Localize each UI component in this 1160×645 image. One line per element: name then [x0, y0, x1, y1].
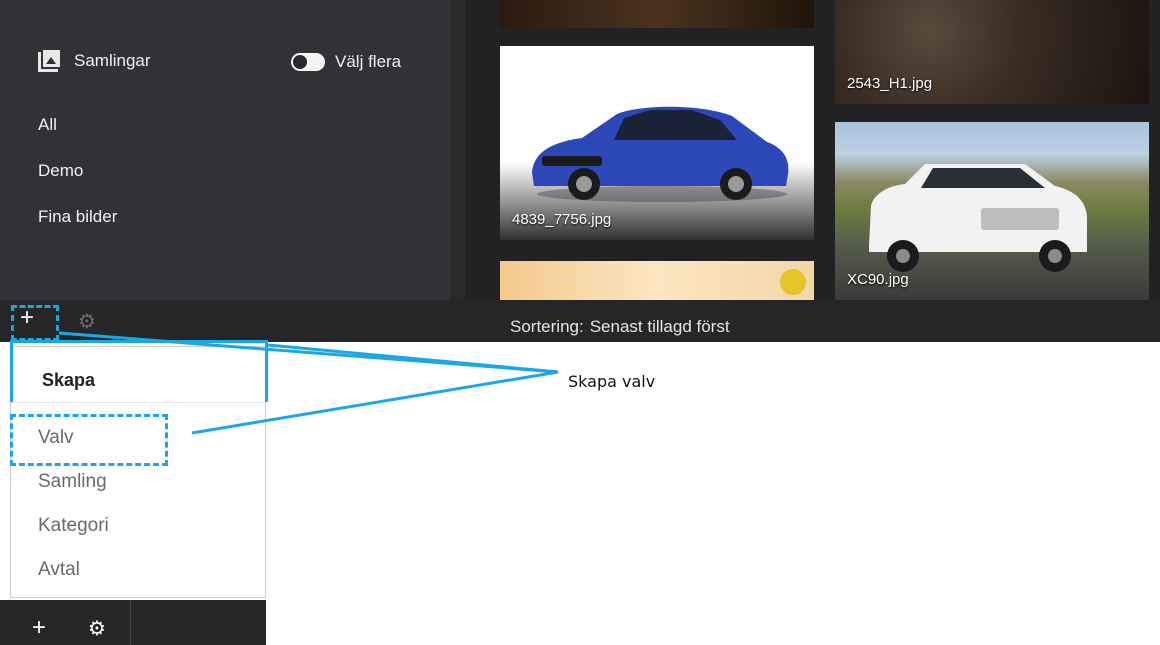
image-thumbnail[interactable]: [500, 0, 814, 28]
blue-car-image: [532, 106, 789, 202]
collection-item-fina-bilder[interactable]: Fina bilder: [38, 204, 117, 250]
collections-sidebar: Samlingar Välj flera All Demo Fina bilde…: [0, 0, 450, 300]
callout-label: Skapa valv: [568, 372, 656, 391]
plus-icon[interactable]: +: [24, 616, 54, 640]
collections-header: Samlingar: [38, 50, 151, 72]
collections-list: All Demo Fina bilder: [38, 112, 117, 250]
image-filename: XC90.jpg: [847, 271, 909, 288]
collection-item-all[interactable]: All: [38, 112, 117, 158]
toolbar-divider: [130, 600, 131, 645]
select-many-label: Välj flera: [335, 52, 402, 71]
gear-icon[interactable]: ⚙: [78, 312, 98, 332]
menu-item-kategori[interactable]: Kategori: [38, 513, 109, 557]
white-suv-image: [869, 164, 1087, 272]
sort-value: Senast tillagd först: [589, 317, 730, 336]
sort-label: Sortering:: [510, 317, 584, 336]
menu-item-samling[interactable]: Samling: [38, 469, 109, 513]
photo-library-icon: [38, 50, 60, 72]
highlight-valv-item: [10, 414, 168, 466]
menu-item-avtal[interactable]: Avtal: [38, 557, 109, 601]
image-filename: 4839_7756.jpg: [512, 211, 612, 228]
image-thumbnail[interactable]: 2543_H1.jpg: [835, 0, 1149, 104]
image-thumbnail[interactable]: XC90.jpg: [835, 122, 1149, 300]
highlight-create-menu: [10, 340, 268, 402]
sort-indicator[interactable]: Sortering: Senast tillagd först: [510, 317, 730, 337]
collection-item-demo[interactable]: Demo: [38, 158, 117, 204]
toggle-switch-icon[interactable]: [291, 53, 325, 71]
gear-icon[interactable]: ⚙: [88, 618, 110, 640]
image-thumbnail[interactable]: [500, 261, 814, 300]
image-thumbnail[interactable]: 4839_7756.jpg: [500, 46, 814, 240]
image-filename: 2543_H1.jpg: [847, 75, 933, 92]
lock-icon: [780, 269, 806, 295]
menu-divider: [10, 402, 266, 403]
collections-title: Samlingar: [74, 51, 151, 70]
highlight-plus-button: [11, 305, 59, 341]
select-many-toggle[interactable]: Välj flera: [291, 52, 401, 72]
